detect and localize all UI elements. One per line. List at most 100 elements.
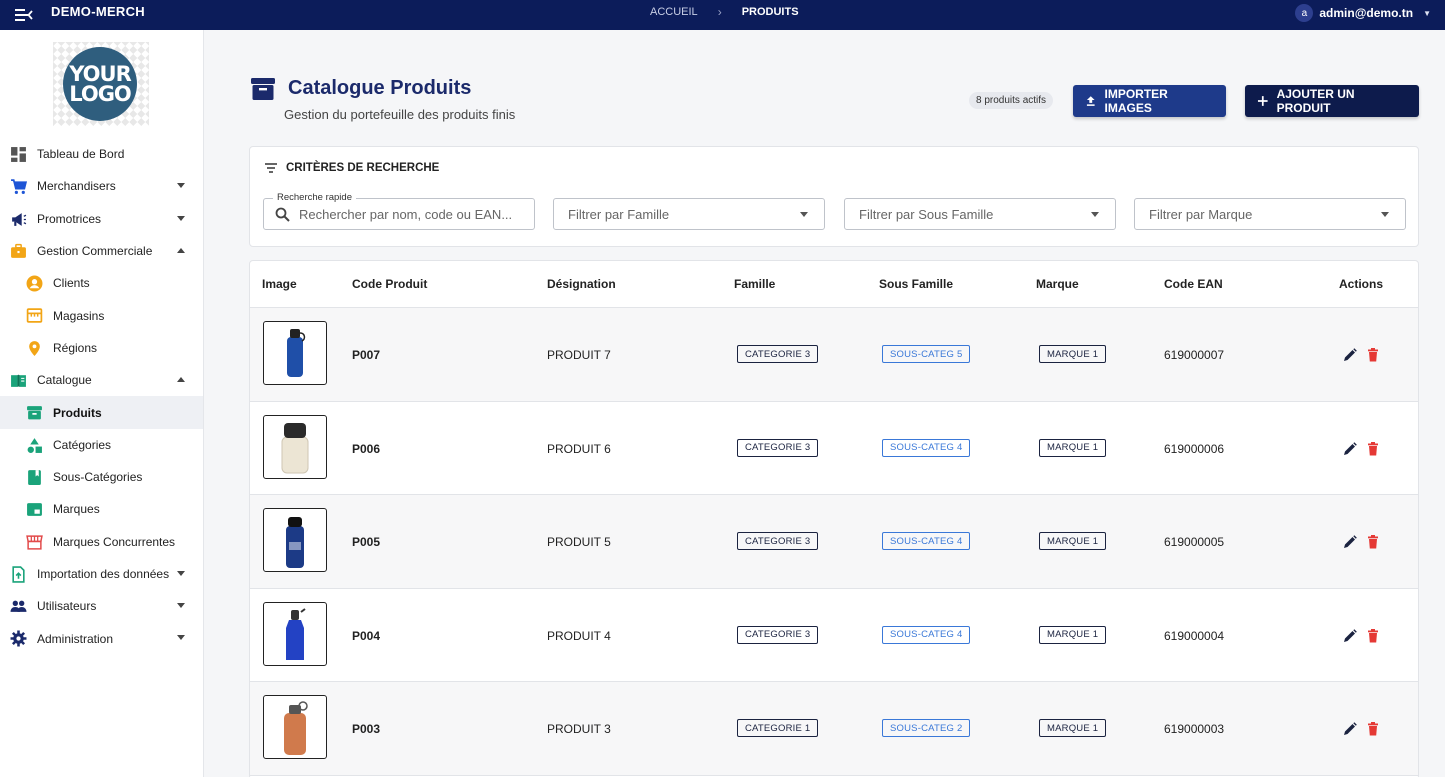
famille-chip: CATEGORIE 3	[737, 532, 819, 551]
column-header-sous-famille[interactable]: Sous Famille	[879, 277, 953, 291]
product-image[interactable]	[263, 321, 327, 385]
sidebar-item-label: Importation des données	[37, 567, 170, 581]
add-product-button[interactable]: AJOUTER UN PRODUIT	[1245, 85, 1419, 117]
column-header-ean[interactable]: Code EAN	[1164, 277, 1223, 291]
sidebar-item-catalogue[interactable]: Catalogue	[0, 364, 203, 396]
sidebar-item-produits[interactable]: Produits	[0, 396, 203, 429]
column-header-famille[interactable]: Famille	[734, 277, 775, 291]
megaphone-icon	[12, 212, 27, 226]
sidebar-item-label: Utilisateurs	[37, 599, 97, 614]
product-ean: 619000006	[1164, 441, 1225, 456]
sidebar-item-regions[interactable]: Régions	[0, 332, 203, 364]
table-row[interactable]: P006 PRODUIT 6 CATEGORIE 3 SOUS-CATEG 4 …	[250, 402, 1418, 496]
column-header-marque[interactable]: Marque	[1036, 277, 1079, 291]
product-ean: 619000007	[1164, 348, 1225, 362]
sidebar-item-importation[interactable]: Importation des données	[0, 558, 203, 590]
sidebar-item-marques[interactable]: Marques	[0, 493, 203, 525]
cart-icon	[11, 179, 27, 195]
user-email: admin@demo.tn	[1319, 6, 1414, 20]
edit-icon[interactable]	[1343, 348, 1357, 362]
dropdown-arrow-icon	[1091, 212, 1099, 217]
product-code: P007	[352, 348, 381, 362]
table-row[interactable]: P003 PRODUIT 3 CATEGORIE 1 SOUS-CATEG 2 …	[250, 682, 1418, 776]
edit-icon[interactable]	[1343, 628, 1357, 643]
upload-icon	[1086, 96, 1095, 106]
delete-icon[interactable]	[1367, 722, 1379, 736]
sidebar-item-label: Magasins	[53, 308, 105, 323]
famille-select[interactable]: Filtrer par Famille	[553, 198, 825, 230]
product-image[interactable]	[263, 695, 327, 760]
user-circle-icon	[26, 275, 43, 292]
sidebar-item-label: Catégories	[53, 437, 112, 452]
sous-famille-chip: SOUS-CATEG 4	[882, 625, 971, 644]
app-brand: DEMO-MERCH	[51, 4, 145, 19]
marque-select[interactable]: Filtrer par Marque	[1134, 198, 1406, 230]
marque-select-value: Filtrer par Marque	[1149, 206, 1253, 222]
archive-box-icon	[27, 406, 42, 420]
column-header-code[interactable]: Code Produit	[352, 277, 427, 291]
sidebar-item-magasins[interactable]: Magasins	[0, 299, 203, 331]
table-row[interactable]: P005 PRODUIT 5 CATEGORIE 3 SOUS-CATEG 4 …	[250, 495, 1418, 589]
bottle-icon	[286, 517, 304, 569]
menu-collapse-icon[interactable]	[14, 6, 34, 24]
import-images-button[interactable]: IMPORTER IMAGES	[1073, 85, 1226, 117]
sidebar-item-label: Clients	[53, 276, 90, 291]
famille-select-value: Filtrer par Famille	[568, 206, 670, 222]
marque-chip: MARQUE 1	[1039, 438, 1107, 457]
sidebar-item-administration[interactable]: Administration	[0, 622, 203, 654]
sidebar-item-marques-concurrentes[interactable]: Marques Concurrentes	[0, 526, 203, 558]
famille-chip: CATEGORIE 3	[737, 345, 819, 363]
product-code: P003	[352, 722, 381, 737]
sidebar-item-label: Tableau de Bord	[37, 147, 125, 162]
shapes-icon	[27, 437, 42, 453]
sidebar-item-label: Sous-Catégories	[53, 470, 143, 485]
plus-icon	[1257, 96, 1268, 106]
edit-icon[interactable]	[1343, 722, 1357, 736]
product-image[interactable]	[263, 601, 327, 666]
table-row[interactable]: P004 PRODUIT 4 CATEGORIE 3 SOUS-CATEG 4 …	[250, 589, 1418, 683]
search-criteria-card: CRITÈRES DE RECHERCHE Recherche rapide R…	[249, 146, 1419, 247]
column-header-designation[interactable]: Désignation	[547, 277, 616, 291]
table-row[interactable]: P007 PRODUIT 7 CATEGORIE 3 SOUS-CATEG 5 …	[250, 308, 1418, 402]
sidebar-item-utilisateurs[interactable]: Utilisateurs	[0, 590, 203, 622]
search-icon	[275, 207, 290, 222]
delete-icon[interactable]	[1367, 441, 1379, 456]
product-image[interactable]	[263, 508, 327, 573]
sidebar-item-gestion-commerciale[interactable]: Gestion Commerciale	[0, 235, 203, 267]
sidebar-item-categories[interactable]: Catégories	[0, 429, 203, 461]
delete-icon[interactable]	[1367, 628, 1379, 643]
search-placeholder: Rechercher par nom, code ou EAN...	[299, 206, 513, 222]
sidebar-item-label: Marques	[53, 502, 100, 517]
product-designation: PRODUIT 6	[547, 441, 611, 456]
product-ean: 619000005	[1164, 535, 1225, 550]
product-ean: 619000004	[1164, 628, 1225, 643]
user-menu[interactable]: a admin@demo.tn ▼	[1295, 4, 1431, 22]
company-logo: YOUR LOGO	[53, 42, 149, 126]
product-ean: 619000003	[1164, 722, 1225, 737]
delete-icon[interactable]	[1367, 535, 1379, 549]
column-header-image[interactable]: Image	[262, 277, 297, 291]
edit-icon[interactable]	[1343, 535, 1357, 549]
delete-icon[interactable]	[1367, 348, 1379, 362]
chevron-right-icon: ›	[717, 5, 722, 19]
product-image[interactable]	[263, 414, 327, 479]
sous-famille-select[interactable]: Filtrer par Sous Famille	[844, 198, 1116, 230]
sidebar-item-label: Produits	[53, 405, 102, 420]
sidebar-item-promotrices[interactable]: Promotrices	[0, 203, 203, 235]
page-title: Catalogue Produits	[288, 77, 472, 99]
sidebar-item-merchandisers[interactable]: Merchandisers	[0, 170, 203, 202]
search-input[interactable]: Recherche rapide Rechercher par nom, cod…	[263, 192, 535, 230]
sidebar-item-clients[interactable]: Clients	[0, 267, 203, 299]
sidebar-item-tableau-de-bord[interactable]: Tableau de Bord	[0, 138, 203, 170]
breadcrumb-home-link[interactable]: ACCUEIL	[650, 6, 698, 18]
logo-text-line1: YOUR	[69, 62, 132, 86]
sidebar-item-sous-categories[interactable]: Sous-Catégories	[0, 461, 203, 493]
edit-icon[interactable]	[1343, 441, 1357, 456]
book-icon	[11, 374, 26, 387]
avatar: a	[1295, 4, 1314, 22]
sous-famille-select-value: Filtrer par Sous Famille	[859, 206, 994, 222]
sidebar-item-label: Promotrices	[37, 211, 102, 226]
sidebar-item-label: Régions	[53, 340, 98, 355]
marque-chip: MARQUE 1	[1039, 532, 1107, 551]
briefcase-icon	[11, 243, 26, 258]
